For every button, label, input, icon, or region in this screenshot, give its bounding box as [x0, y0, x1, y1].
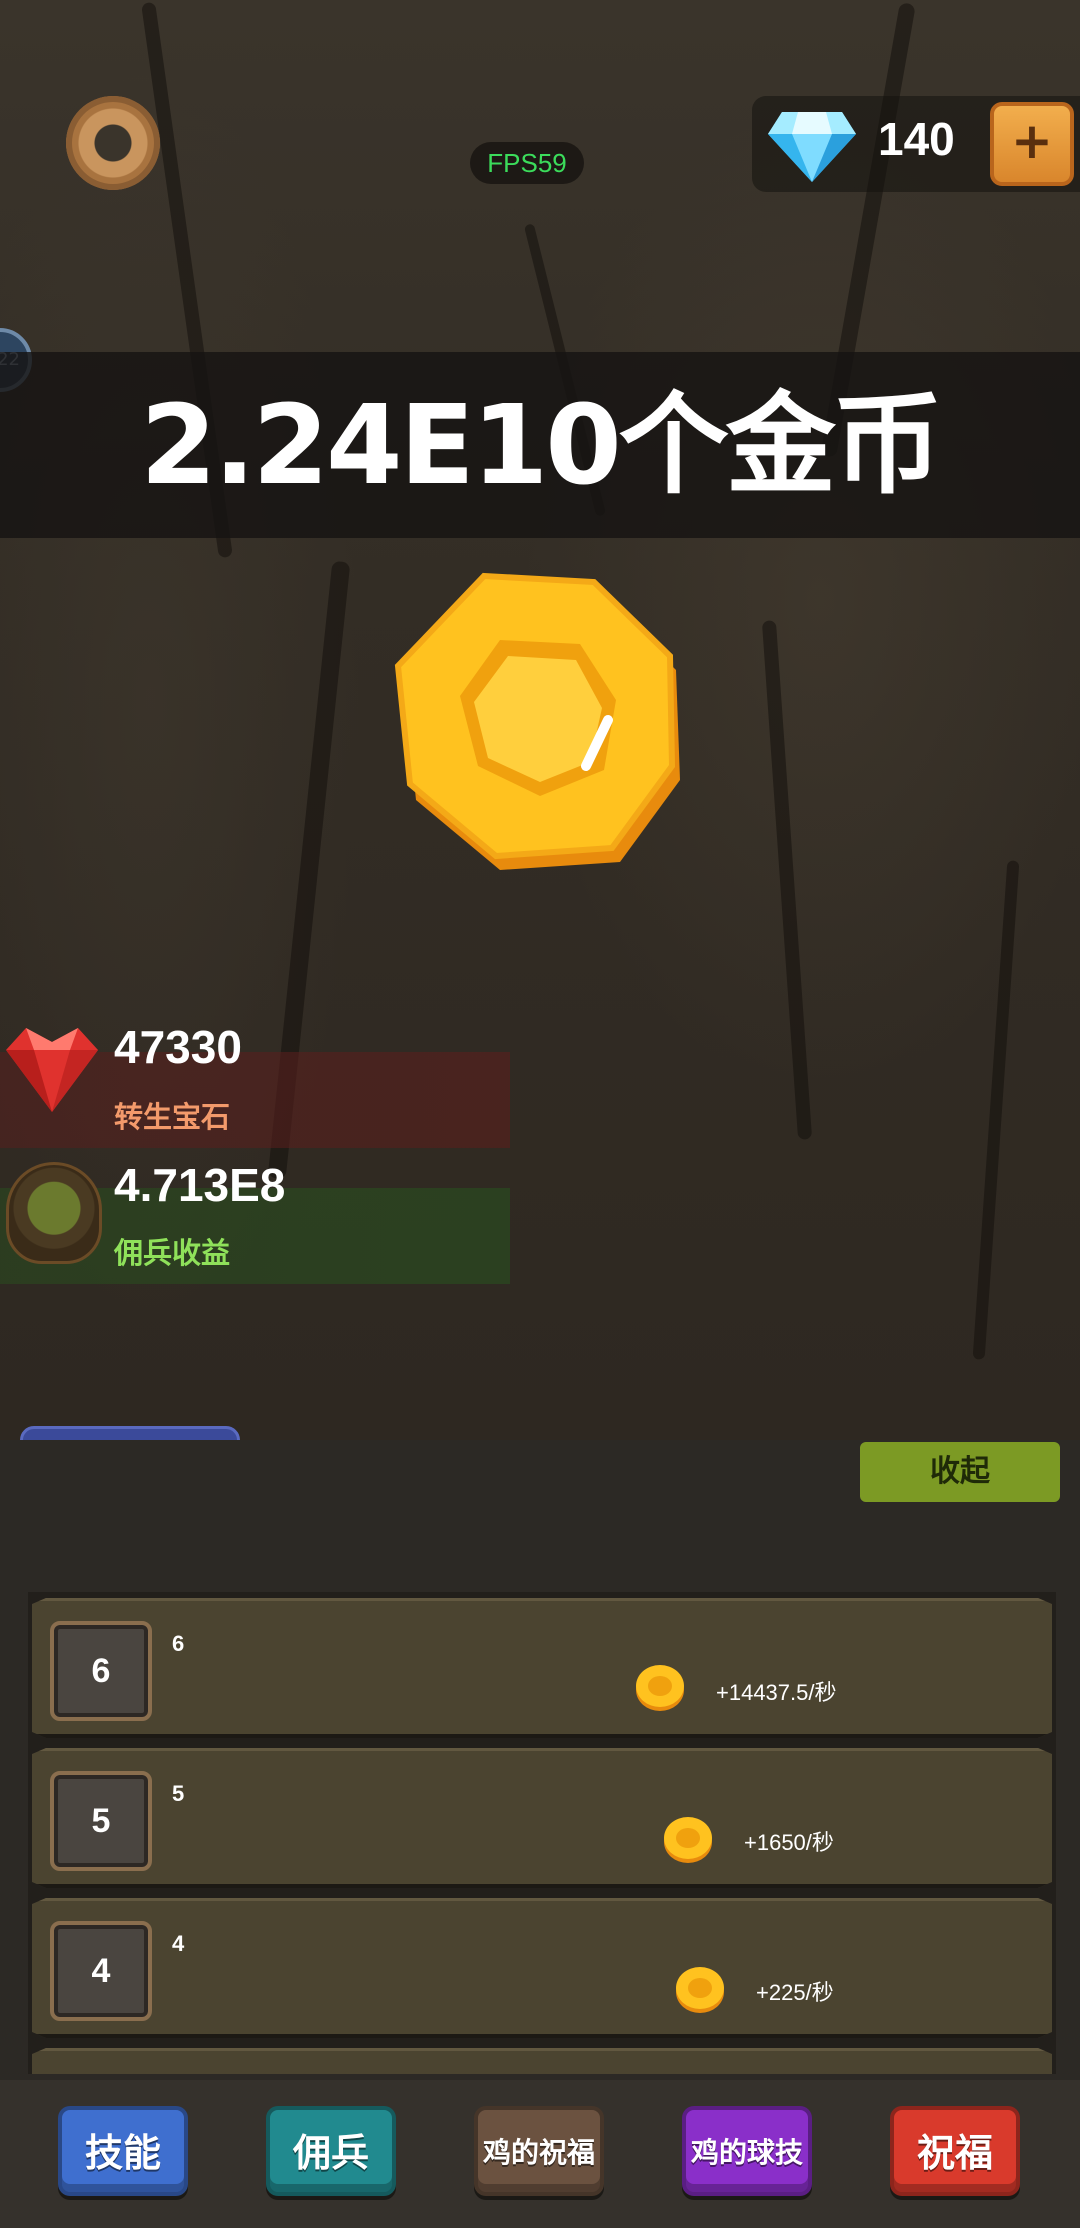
- row-level-icon: 6: [50, 1621, 152, 1721]
- merc-income-label: 佣兵收益: [114, 1236, 231, 1270]
- gold-coin-icon: [662, 1813, 714, 1865]
- collapse-button[interactable]: 收起: [860, 1442, 1060, 1502]
- gold-coin-icon: [674, 1963, 726, 2015]
- rebirth-gems-label: 转生宝石: [114, 1100, 231, 1134]
- row-name: 5: [172, 1781, 185, 1806]
- row-name: 4: [172, 1931, 185, 1956]
- buy-gems-button[interactable]: +: [990, 102, 1074, 186]
- row-level-icon: 5: [50, 1771, 152, 1871]
- gold-coin-icon: [634, 1661, 686, 1713]
- row-rate: +14437.5/秒: [716, 1680, 837, 1705]
- chicken-ball-skill-button[interactable]: 鸡的球技: [682, 2106, 812, 2196]
- list-item[interactable]: [32, 2048, 1052, 2074]
- list-item[interactable]: 6 6 +14437.5/秒: [32, 1598, 1052, 1738]
- fps-counter: FPS59: [470, 142, 584, 184]
- rebirth-gems-value: 47330: [114, 1021, 242, 1073]
- mercenary-button[interactable]: 佣兵: [266, 2106, 396, 2196]
- row-name: 6: [172, 1631, 185, 1656]
- big-gold-coin-icon[interactable]: [380, 570, 700, 890]
- row-level-icon: 4: [50, 1921, 152, 2021]
- mercenary-list[interactable]: 6 6 +14437.5/秒 5 5 +1650/秒 4 4 +225/秒: [28, 1592, 1056, 2074]
- merc-income-value: 4.713E8: [114, 1159, 286, 1211]
- chicken-blessing-button[interactable]: 鸡的祝福: [474, 2106, 604, 2196]
- gem-count: 140: [878, 113, 955, 165]
- blessing-button[interactable]: 祝福: [890, 2106, 1020, 2196]
- diamond-icon: [768, 112, 856, 182]
- list-item[interactable]: 5 5 +1650/秒: [32, 1748, 1052, 1888]
- list-item[interactable]: 4 4 +225/秒: [32, 1898, 1052, 2038]
- mercenary-avatar: [6, 1162, 102, 1264]
- row-rate: +225/秒: [756, 1980, 834, 2005]
- settings-gear-icon[interactable]: [60, 90, 166, 196]
- red-gem-heart-icon: [6, 1028, 98, 1112]
- row-rate: +1650/秒: [744, 1830, 834, 1855]
- skills-button[interactable]: 技能: [58, 2106, 188, 2196]
- gold-total-text: 2.24E10个金币: [140, 381, 943, 509]
